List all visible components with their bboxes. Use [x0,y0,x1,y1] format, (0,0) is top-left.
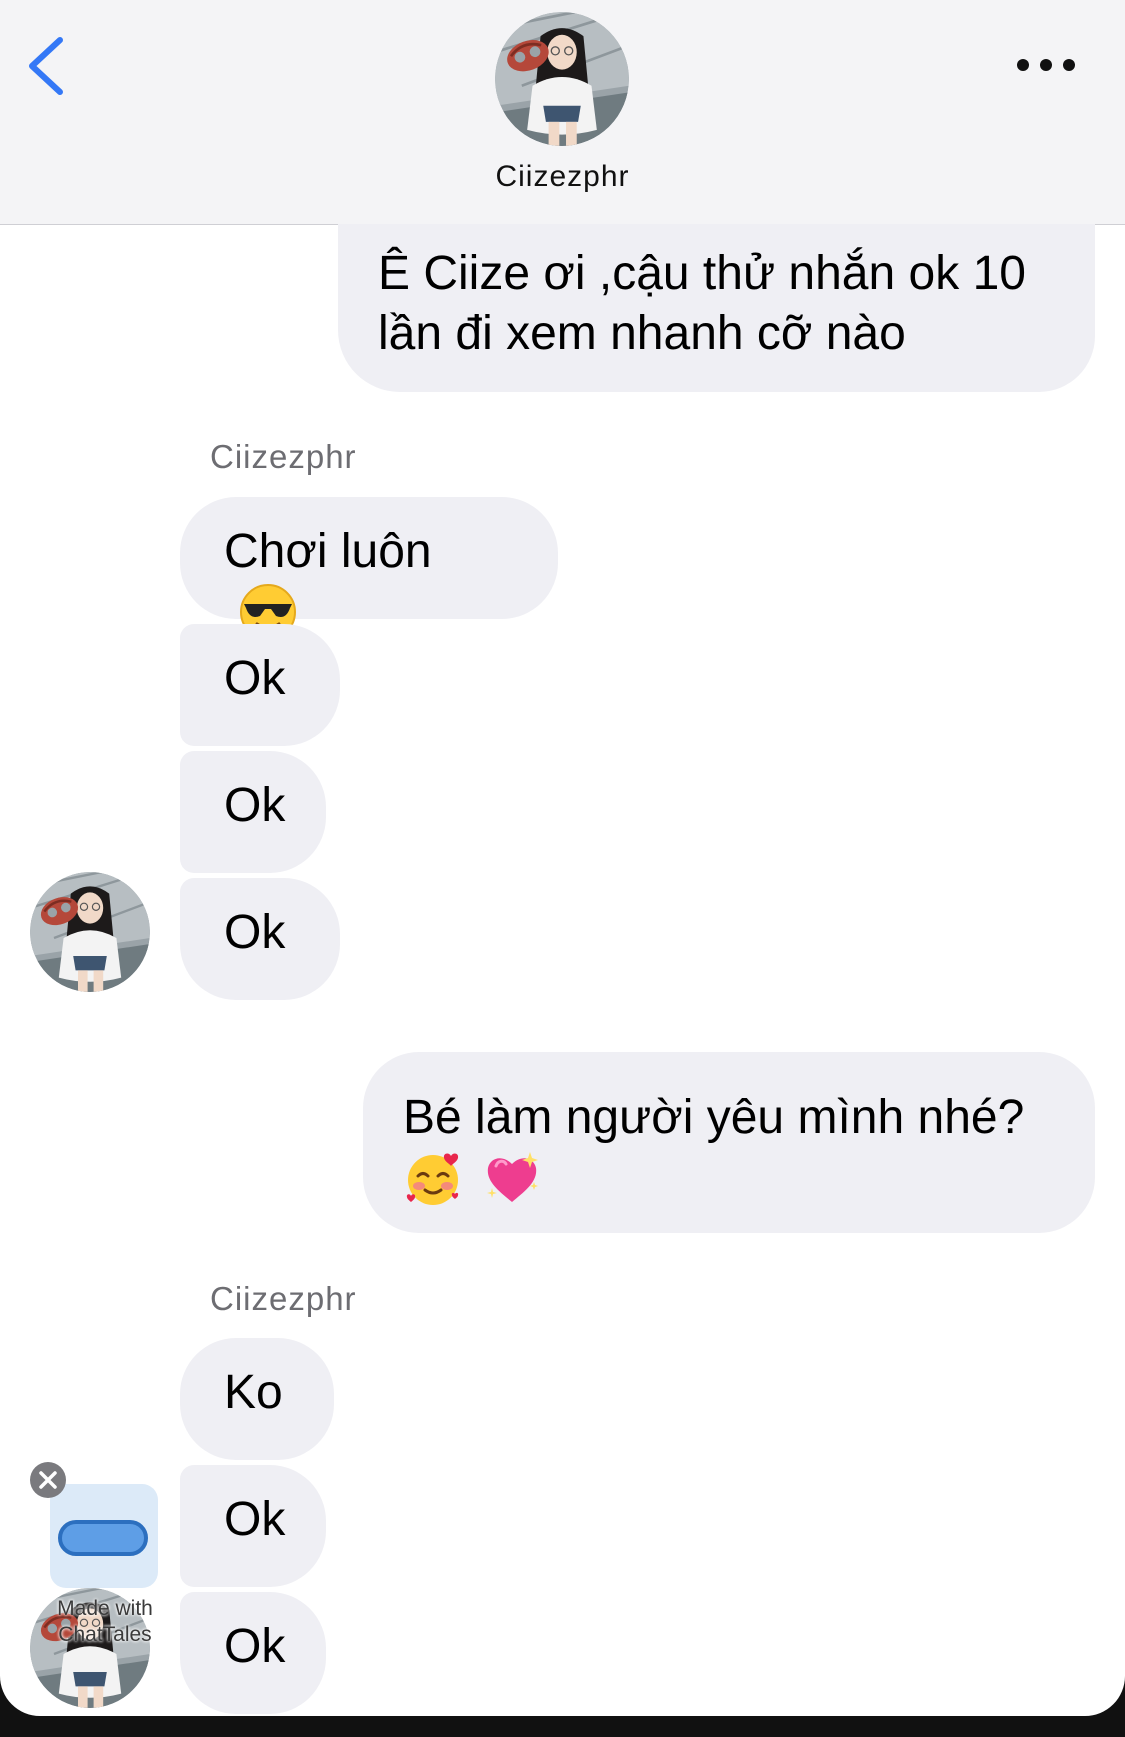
message-text: Ok [224,652,286,705]
message-text: Ok [224,1493,286,1546]
watermark-app-icon[interactable] [50,1484,158,1588]
message-text: Ok [224,779,286,832]
message-bubble-incoming[interactable]: Ok [180,751,326,873]
sparkling-heart-emoji [482,1148,542,1208]
chat-screen: Ciizezphr Ê Ciize ơi ,cậu thử nhắn ok 10… [0,0,1125,1716]
message-bubble-incoming[interactable]: Ok [180,878,340,1000]
message-bubble-incoming[interactable]: Chơi luôn [180,497,558,619]
message-bubble-incoming[interactable]: Ok [180,1465,326,1587]
watermark-line-1: Made with [57,1597,153,1620]
sender-label: Ciizezphr [210,1280,357,1317]
message-bubble-incoming[interactable]: Ko [180,1338,334,1460]
contact-name[interactable]: Ciizezphr [0,160,1125,194]
message-bubble-incoming[interactable]: Ok [180,1592,326,1714]
message-text: Ok [224,1620,286,1673]
message-text: Ok [224,906,286,959]
contact-avatar-small[interactable] [30,872,150,992]
message-text: Ko [224,1366,283,1419]
contact-avatar[interactable] [495,12,629,146]
chat-header: Ciizezphr [0,0,1125,225]
ellipsis-icon[interactable] [1011,48,1081,82]
message-text: Ê Ciize ơi ,cậu thử nhắn ok 10 lần đi xe… [378,247,1026,360]
message-bubble-outgoing[interactable]: Bé làm người yêu mình nhé? [363,1052,1095,1233]
back-button[interactable] [22,34,72,98]
message-text: Chơi luôn [224,525,432,578]
more-options-button[interactable] [1011,48,1081,82]
watermark-close-button[interactable] [29,1461,67,1499]
chat-bubble-icon [58,1520,148,1556]
message-text: Bé làm người yêu mình nhé? [403,1091,1025,1144]
close-icon[interactable] [29,1461,67,1499]
watermark-text: Made with ChatTales [30,1596,180,1648]
message-bubble-outgoing[interactable]: Ê Ciize ơi ,cậu thử nhắn ok 10 lần đi xe… [338,224,1095,392]
sender-label: Ciizezphr [210,438,357,475]
chevron-left-icon[interactable] [22,34,72,98]
smiling-face-with-hearts-emoji [403,1148,463,1208]
watermark-line-2: ChatTales [58,1623,152,1646]
message-bubble-incoming[interactable]: Ok [180,624,340,746]
